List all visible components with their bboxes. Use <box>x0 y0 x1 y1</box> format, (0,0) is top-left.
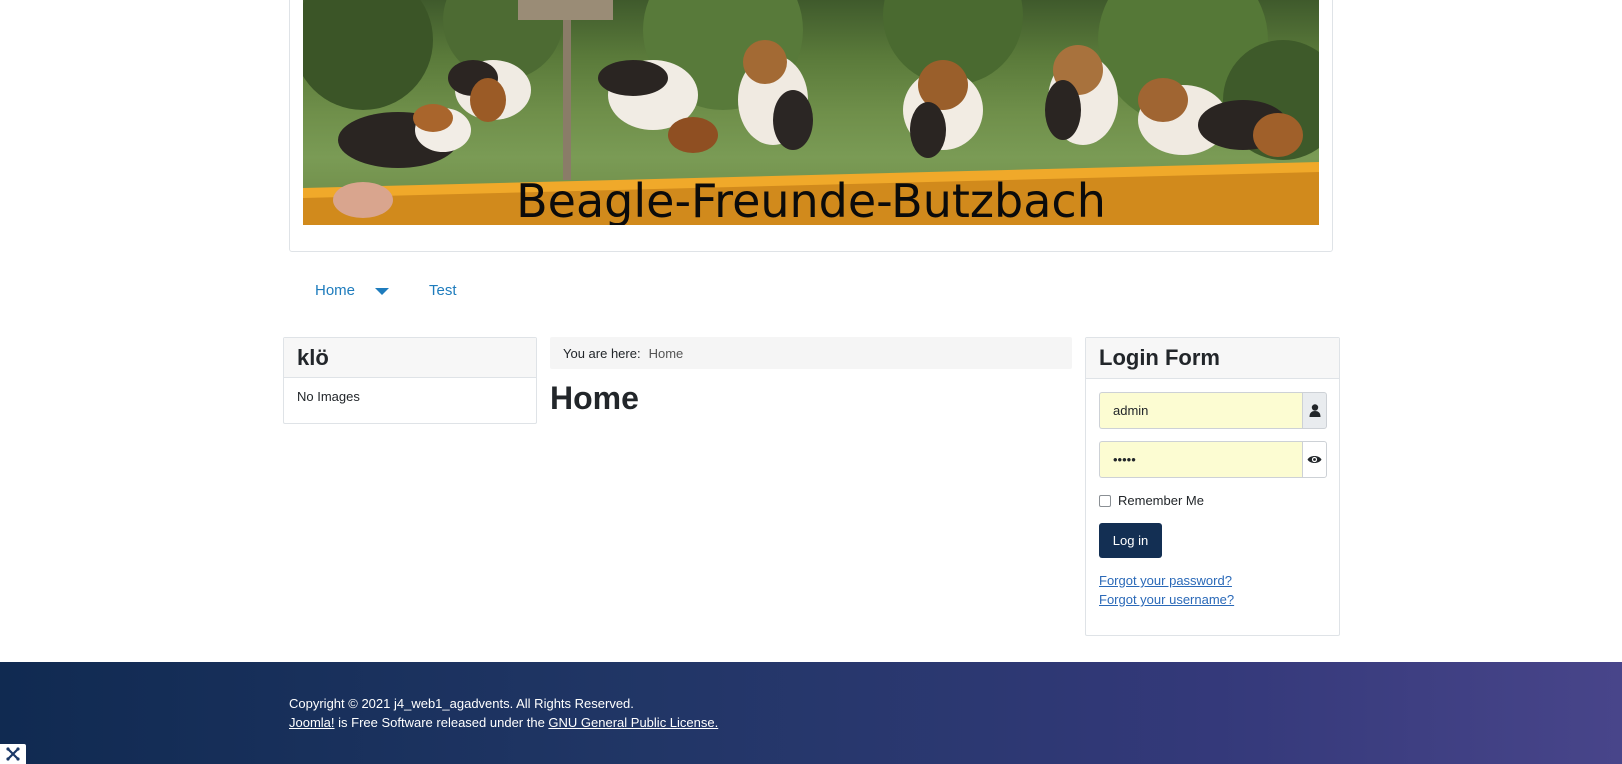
page-title: Home <box>550 380 639 416</box>
images-module-header: klö <box>284 338 536 378</box>
remember-me-label: Remember Me <box>1118 493 1204 508</box>
forgot-username-link[interactable]: Forgot your username? <box>1099 592 1234 607</box>
password-field-group <box>1099 441 1327 478</box>
main-menu: Home Test <box>300 270 457 310</box>
footer: Copyright © 2021 j4_web1_agadvents. All … <box>0 662 1622 764</box>
gpl-license-link[interactable]: GNU General Public License. <box>548 715 718 730</box>
nav-item-test[interactable]: Test <box>429 282 457 299</box>
footer-license-line: Joomla! is Free Software released under … <box>289 715 718 730</box>
login-button[interactable]: Log in <box>1099 523 1162 558</box>
images-module-body: No Images <box>297 389 360 404</box>
login-module: Login Form Remember M <box>1085 337 1340 636</box>
breadcrumb: You are here: Home <box>550 337 1072 369</box>
login-module-title: Login Form <box>1099 345 1220 370</box>
joomla-link[interactable]: Joomla! <box>289 715 335 730</box>
forgot-password-link[interactable]: Forgot your password? <box>1099 573 1232 588</box>
images-module: klö No Images <box>283 337 537 424</box>
page: Beagle-Freunde-Butzbach Home Test klö No… <box>0 0 1622 764</box>
login-module-header: Login Form <box>1086 338 1339 379</box>
remember-me[interactable]: Remember Me <box>1099 493 1204 508</box>
banner-title: Beagle-Freunde-Butzbach <box>516 174 1106 225</box>
joomla-icon[interactable] <box>0 744 26 764</box>
breadcrumb-current: Home <box>648 345 684 361</box>
footer-middle-text: is Free Software released under the <box>334 715 549 730</box>
footer-copyright: Copyright © 2021 j4_web1_agadvents. All … <box>289 696 634 711</box>
breadcrumb-prefix: You are here: <box>563 345 641 361</box>
user-icon <box>1302 392 1327 429</box>
nav-item-home[interactable]: Home <box>315 282 355 299</box>
remember-me-checkbox[interactable] <box>1099 494 1111 507</box>
images-module-title: klö <box>297 344 329 370</box>
header-banner-image: Beagle-Freunde-Butzbach <box>303 0 1319 225</box>
username-field-group <box>1099 392 1327 429</box>
username-input[interactable] <box>1099 392 1302 429</box>
chevron-down-icon[interactable] <box>375 287 390 295</box>
eye-icon[interactable] <box>1302 441 1327 478</box>
password-input[interactable] <box>1099 441 1302 478</box>
